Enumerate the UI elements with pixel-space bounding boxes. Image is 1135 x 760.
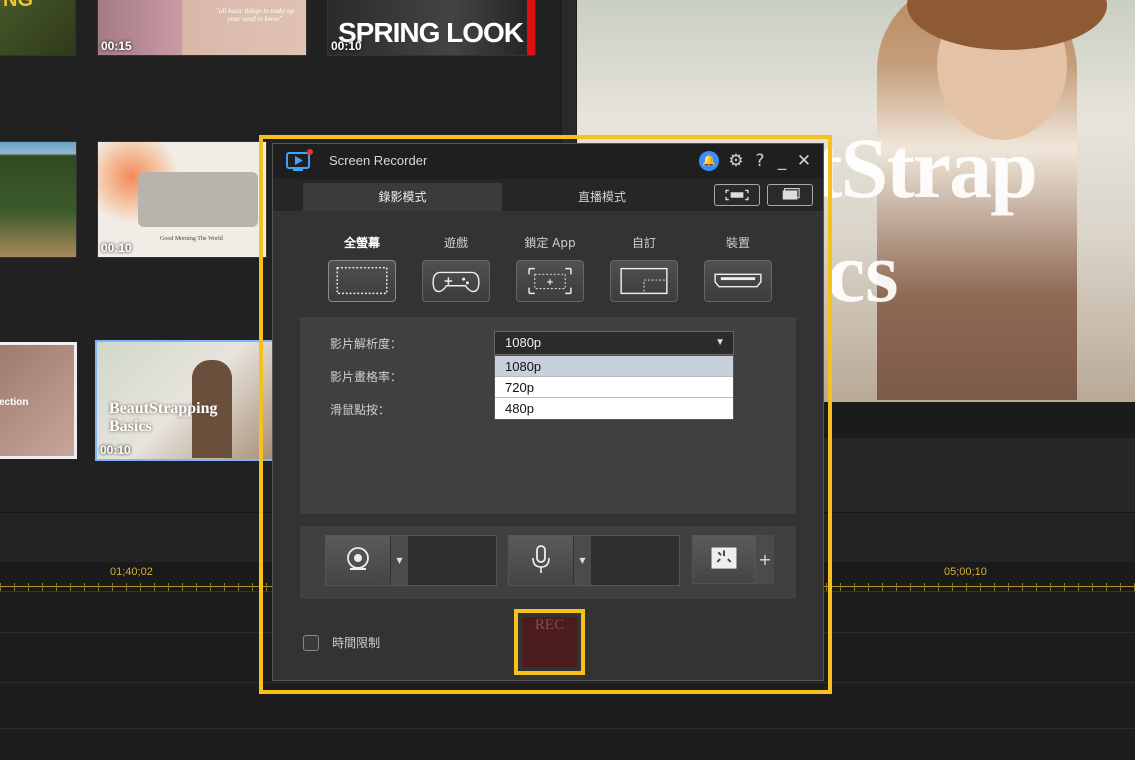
microphone-toggle-button[interactable] bbox=[509, 536, 573, 585]
tab-live-mode[interactable]: 直播模式 bbox=[502, 183, 702, 211]
thumbnail-caption: BeautStrapping Basics bbox=[109, 400, 218, 435]
chevron-down-icon: ▼ bbox=[715, 337, 725, 348]
mode-label: 裝置 bbox=[725, 236, 750, 250]
chevron-down-icon[interactable]: ▼ bbox=[573, 536, 591, 585]
mode-game[interactable]: 遊戲 bbox=[420, 234, 492, 302]
mode-tab-bar: 錄影模式 直播模式 bbox=[273, 179, 823, 211]
time-limit-checkbox[interactable]: 時間限制 bbox=[303, 632, 380, 651]
screenshot-icon bbox=[725, 189, 749, 201]
resolution-select[interactable]: 1080p ▼ bbox=[494, 331, 734, 355]
lock-app-icon bbox=[516, 260, 584, 302]
help-icon[interactable]: ? bbox=[749, 150, 771, 172]
effects-group: + bbox=[692, 535, 775, 586]
mode-label: 自訂 bbox=[631, 236, 656, 250]
microphone-group: ▼ bbox=[508, 535, 680, 586]
fullscreen-icon bbox=[328, 260, 396, 302]
title-bar[interactable]: Screen Recorder 🔔 ⚙ ? _ ✕ bbox=[273, 144, 823, 179]
mode-lock-app[interactable]: 鎖定 App bbox=[514, 234, 586, 302]
media-thumbnail[interactable]: ection bbox=[0, 342, 77, 459]
record-button[interactable]: REC bbox=[522, 617, 577, 667]
window-title: Screen Recorder bbox=[329, 153, 428, 168]
capture-region-button[interactable] bbox=[714, 184, 760, 206]
screen-recorder-logo-icon bbox=[286, 149, 313, 171]
close-icon[interactable]: ✕ bbox=[793, 150, 815, 172]
time-limit-label: 時間限制 bbox=[332, 636, 381, 650]
minimize-icon[interactable]: _ bbox=[771, 150, 793, 172]
effects-button[interactable] bbox=[692, 535, 756, 584]
thumbnail-caption: NG bbox=[3, 0, 33, 11]
window-mode-button[interactable] bbox=[767, 184, 813, 206]
mode-label: 全螢幕 bbox=[343, 236, 380, 250]
media-thumbnail[interactable]: NG bbox=[0, 0, 76, 56]
mouse-click-label: 滑鼠點按： bbox=[330, 403, 391, 417]
thumbnail-duration: 00:10 bbox=[100, 443, 131, 457]
thumbnail-duration: 00:15 bbox=[101, 39, 132, 53]
screen-recorder-window: Screen Recorder 🔔 ⚙ ? _ ✕ 錄影模式 直播模式 全螢幕 bbox=[272, 143, 824, 681]
thumbnail-duration: 00:10 bbox=[101, 241, 132, 255]
resolution-option[interactable]: 720p bbox=[495, 377, 733, 398]
mode-label: 鎖定 App bbox=[524, 236, 576, 250]
sparkle-effect-icon bbox=[711, 547, 737, 569]
mode-label: 遊戲 bbox=[443, 236, 468, 250]
video-settings-panel: 影片解析度： 影片畫格率： 滑鼠點按： 1080p ▼ 1080p 720p 4… bbox=[300, 317, 796, 514]
input-devices-panel: ▼ ▼ + bbox=[300, 526, 796, 599]
checkbox-box[interactable] bbox=[303, 634, 319, 651]
thumbnail-caption: SPRING LOOK bbox=[338, 17, 524, 48]
add-icon[interactable]: + bbox=[756, 535, 774, 584]
resolution-option[interactable]: 480p bbox=[495, 398, 733, 419]
gamepad-icon bbox=[422, 260, 490, 302]
thumbnail-duration: 00:10 bbox=[331, 39, 362, 53]
media-thumbnail[interactable]: "all basic things to make up your need t… bbox=[97, 0, 307, 56]
webcam-toggle-button[interactable] bbox=[326, 536, 390, 585]
mode-fullscreen[interactable]: 全螢幕 bbox=[326, 234, 398, 302]
webcam-group: ▼ bbox=[325, 535, 497, 586]
windows-icon bbox=[782, 188, 800, 200]
microphone-icon bbox=[532, 545, 550, 573]
resolution-selected-value: 1080p bbox=[505, 335, 542, 350]
chevron-down-icon[interactable]: ▼ bbox=[390, 536, 408, 585]
webcam-icon bbox=[347, 547, 369, 570]
framerate-label: 影片畫格率： bbox=[330, 370, 403, 384]
resolution-label: 影片解析度： bbox=[330, 337, 403, 351]
preview-overlay-text: cs bbox=[827, 224, 899, 320]
ruler-timecode: 05;00;10 bbox=[944, 566, 987, 578]
resolution-dropdown-list: 1080p 720p 480p bbox=[494, 355, 734, 420]
media-thumbnail-selected[interactable]: BeautStrapping Basics 00:10 bbox=[95, 340, 275, 461]
rec-highlight-frame: REC bbox=[514, 609, 585, 675]
thumbnail-caption: "all basic things to make up your need t… bbox=[215, 7, 295, 23]
gear-icon[interactable]: ⚙ bbox=[725, 150, 747, 172]
media-thumbnail[interactable]: SPRING LOOK 00:10 bbox=[327, 0, 536, 56]
media-thumbnail[interactable]: Good Morning The World 00:10 bbox=[97, 141, 267, 258]
notification-icon[interactable]: 🔔 bbox=[699, 151, 719, 171]
mode-device[interactable]: 裝置 bbox=[702, 234, 774, 302]
thumbnail-caption: ection bbox=[0, 397, 29, 408]
resolution-option[interactable]: 1080p bbox=[495, 356, 733, 377]
hdmi-device-icon bbox=[704, 260, 772, 302]
mode-custom[interactable]: 自訂 bbox=[608, 234, 680, 302]
custom-region-icon bbox=[610, 260, 678, 302]
thumbnail-caption: Good Morning The World bbox=[160, 236, 223, 242]
media-thumbnail[interactable] bbox=[0, 141, 77, 258]
ruler-timecode: 01;40;02 bbox=[110, 566, 153, 578]
tab-record-mode[interactable]: 錄影模式 bbox=[303, 183, 502, 211]
